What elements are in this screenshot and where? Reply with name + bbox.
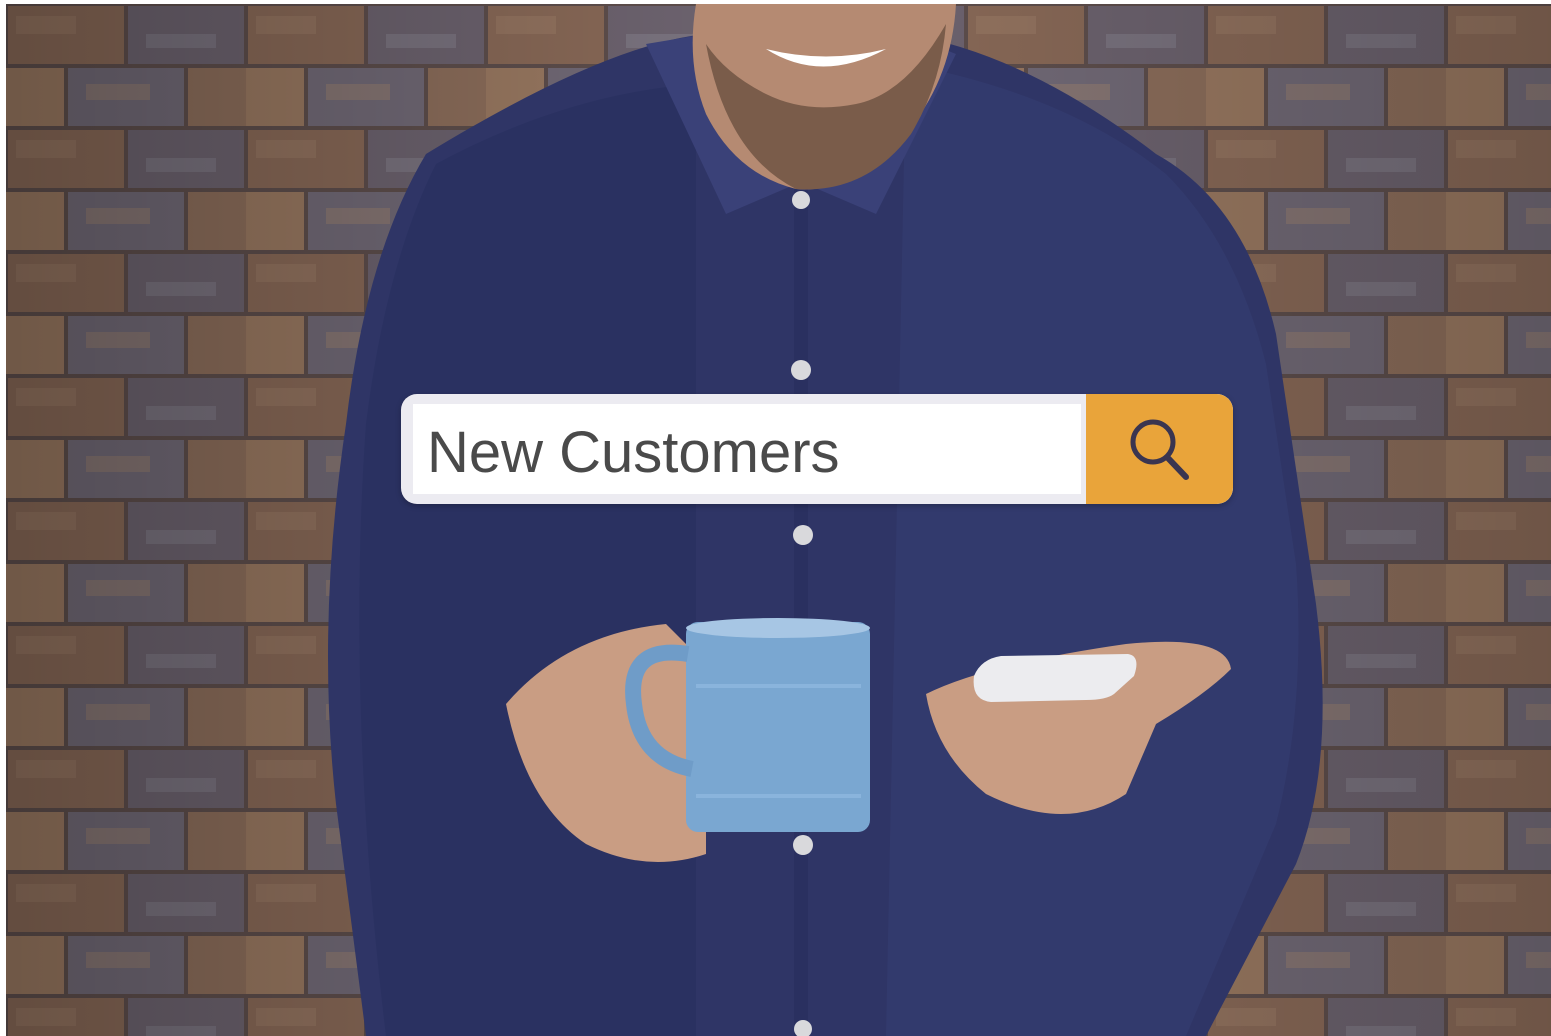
hero-photo: New Customers	[6, 4, 1551, 1036]
search-query-text: New Customers	[427, 420, 840, 485]
search-icon	[1130, 419, 1189, 480]
search-input[interactable]: New Customers	[413, 404, 1081, 494]
search-bar: New Customers	[401, 394, 1233, 504]
photo-background	[6, 4, 1551, 1036]
search-button[interactable]	[1086, 394, 1233, 504]
